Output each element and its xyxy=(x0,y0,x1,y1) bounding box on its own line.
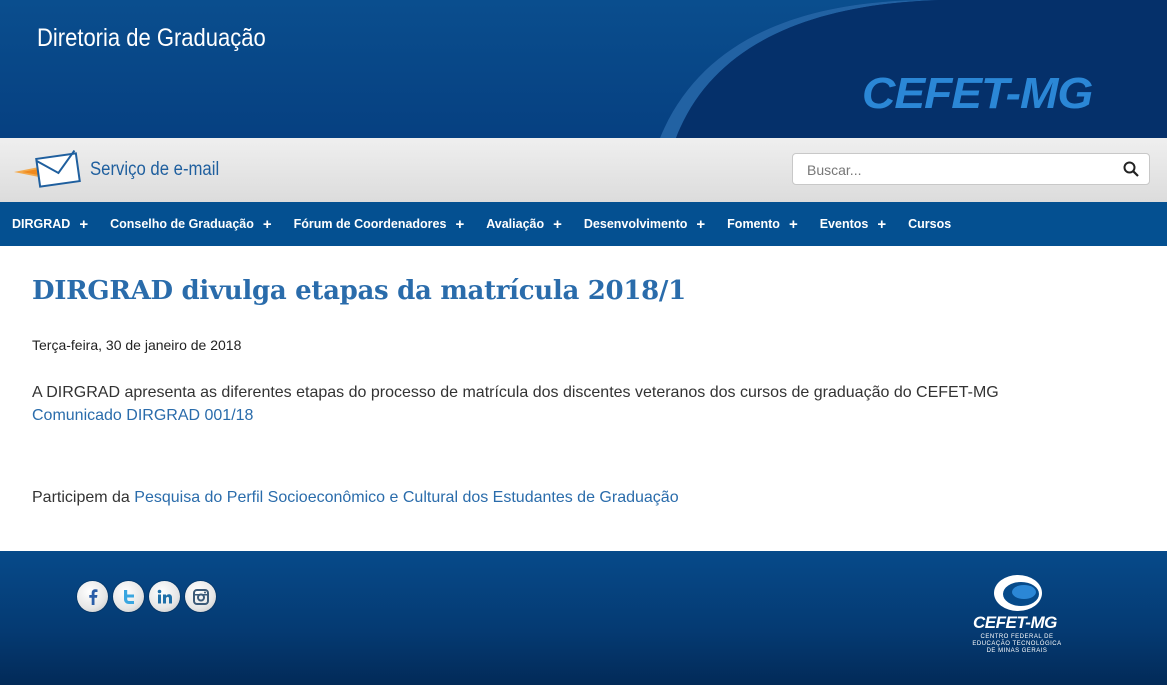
email-service-label: Serviço de e-mail xyxy=(90,159,220,180)
instagram-icon xyxy=(192,588,209,605)
search-box xyxy=(792,153,1150,186)
envelope-icon xyxy=(14,150,81,188)
nav-item-cursos[interactable]: Cursos xyxy=(908,217,951,231)
cefet-emblem-icon xyxy=(994,575,1042,611)
nav-item-desenvolvimento[interactable]: Desenvolvimento + xyxy=(584,217,705,232)
nav-item-label: DIRGRAD xyxy=(12,217,71,231)
twitter-icon xyxy=(123,589,134,604)
article-date: Terça-feira, 30 de janeiro de 2018 xyxy=(32,337,242,353)
nav-item-label: Fórum de Coordenadores xyxy=(293,217,447,231)
linkedin-icon xyxy=(157,589,172,603)
nav-item-fomento[interactable]: Fomento + xyxy=(727,217,798,232)
footer-cefet-logo[interactable]: CEFET-MG CENTRO FEDERAL DE EDUCAÇÃO TECN… xyxy=(970,573,1064,659)
twitter-button[interactable] xyxy=(113,581,144,612)
footer-logo-text: CEFET-MG xyxy=(973,613,1057,632)
nav-item-label: Eventos xyxy=(819,217,869,231)
survey-link[interactable]: Pesquisa do Perfil Socioeconômico e Cult… xyxy=(134,489,678,506)
survey-prefix-text: Participem da xyxy=(32,489,135,506)
nav-item-label: Avaliação xyxy=(486,217,545,231)
nav-item-label: Fomento xyxy=(727,217,780,231)
footer-logo-subtext: CENTRO FEDERAL DE EDUCAÇÃO TECNOLÓGICA D… xyxy=(970,634,1064,655)
plus-icon[interactable]: + xyxy=(696,217,705,232)
linkedin-button[interactable] xyxy=(149,581,180,612)
nav-item-avaliacao[interactable]: Avaliação + xyxy=(486,217,562,232)
nav-item-label: Cursos xyxy=(908,217,952,231)
main-nav: DIRGRAD + Conselho de Graduação + Fórum … xyxy=(0,202,1167,246)
plus-icon[interactable]: + xyxy=(789,217,798,232)
search-input[interactable] xyxy=(805,154,1109,186)
nav-item-label: Desenvolvimento xyxy=(583,217,688,231)
nav-item-dirgrad[interactable]: DIRGRAD + xyxy=(12,217,88,232)
comunicado-link[interactable]: Comunicado DIRGRAD 001/18 xyxy=(32,407,253,424)
site-title[interactable]: Diretoria de Graduação xyxy=(37,24,266,53)
plus-icon[interactable]: + xyxy=(263,217,272,232)
site-footer: CEFET-MG CENTRO FEDERAL DE EDUCAÇÃO TECN… xyxy=(0,551,1167,685)
article-content: DIRGRAD divulga etapas da matrícula 2018… xyxy=(0,246,1167,551)
footer-logo-subtext-line: EDUCAÇÃO TECNOLÓGICA xyxy=(972,641,1062,647)
nav-item-eventos[interactable]: Eventos + xyxy=(820,217,886,232)
footer-logo-subtext-line: DE MINAS GERAIS xyxy=(986,648,1048,654)
social-links xyxy=(77,581,221,612)
facebook-icon xyxy=(88,588,97,605)
email-service-link[interactable]: Serviço de e-mail xyxy=(14,150,237,190)
plus-icon[interactable]: + xyxy=(79,217,88,232)
article-title: DIRGRAD divulga etapas da matrícula 2018… xyxy=(32,276,686,306)
plus-icon[interactable]: + xyxy=(553,217,562,232)
plus-icon[interactable]: + xyxy=(455,217,464,232)
article-paragraph-text: A DIRGRAD apresenta as diferentes etapas… xyxy=(32,384,999,401)
nav-item-forum-de-coordenadores[interactable]: Fórum de Coordenadores + xyxy=(294,217,465,232)
search-icon[interactable] xyxy=(1123,161,1139,177)
cefet-mg-logo[interactable]: CEFET-MG xyxy=(862,69,1093,119)
facebook-button[interactable] xyxy=(77,581,108,612)
instagram-button[interactable] xyxy=(185,581,216,612)
article-paragraph: A DIRGRAD apresenta as diferentes etapas… xyxy=(32,381,999,427)
email-search-bar: Serviço de e-mail xyxy=(0,138,1167,202)
site-header: Diretoria de Graduação CEFET-MG xyxy=(0,0,1167,138)
nav-item-label: Conselho de Graduação xyxy=(110,217,254,231)
nav-item-conselho-de-graduacao[interactable]: Conselho de Graduação + xyxy=(110,217,272,232)
footer-logo-subtext-line: CENTRO FEDERAL DE xyxy=(980,634,1054,640)
survey-paragraph: Participem da Pesquisa do Perfil Socioec… xyxy=(32,489,679,507)
plus-icon[interactable]: + xyxy=(877,217,886,232)
